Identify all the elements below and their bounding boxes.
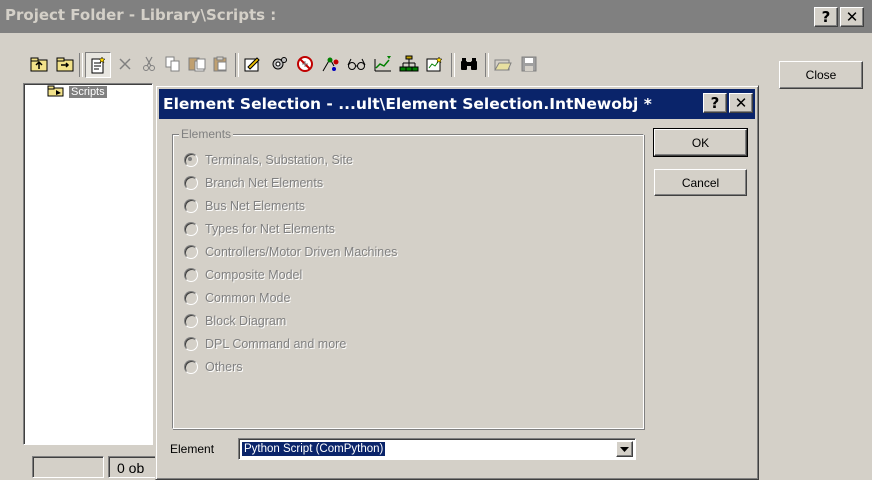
paste-icon[interactable] <box>185 52 209 76</box>
dialog-title: Element Selection - ...ult\Element Selec… <box>163 95 652 113</box>
tree-item-label: Scripts <box>69 86 107 98</box>
radio-option-label: Types for Net Elements <box>205 222 335 236</box>
radio-option-composite-model[interactable]: Composite Model <box>184 266 302 284</box>
outer-close-icon: ✕ <box>845 8 859 26</box>
folder-up-icon[interactable] <box>27 52 51 76</box>
edit-icon[interactable] <box>241 52 265 76</box>
radio-button[interactable] <box>184 314 198 328</box>
radio-option-branch-net[interactable]: Branch Net Elements <box>184 174 323 192</box>
edit-chart-icon[interactable] <box>423 52 447 76</box>
ok-button[interactable]: OK <box>653 128 748 157</box>
binoculars-icon[interactable] <box>457 52 481 76</box>
cancel-button[interactable]: Cancel <box>654 169 747 196</box>
cut-icon[interactable] <box>137 52 161 76</box>
elements-group-label: Elements <box>179 127 234 141</box>
main-toolbar <box>23 49 763 79</box>
glasses-icon[interactable] <box>345 52 369 76</box>
close-button-label: Close <box>805 68 837 82</box>
radio-option-label: Terminals, Substation, Site <box>205 153 353 167</box>
radio-option-label: Branch Net Elements <box>205 176 324 190</box>
chevron-down-icon <box>620 446 629 452</box>
element-select-value: Python Script (ComPython) <box>242 442 386 456</box>
close-button[interactable]: Close <box>779 61 863 89</box>
outer-close-button[interactable]: ✕ <box>840 7 864 27</box>
radio-button[interactable] <box>184 199 198 213</box>
radio-option-types-net[interactable]: Types for Net Elements <box>184 220 335 238</box>
outer-window-titlebar[interactable]: Project Folder - Library\Scripts : <box>0 0 872 33</box>
dialog-close-icon: ✕ <box>734 94 748 112</box>
radio-option-label: Bus Net Elements <box>205 199 306 213</box>
paste-special-icon[interactable] <box>209 52 233 76</box>
delete-icon[interactable] <box>113 52 137 76</box>
open-folder-icon[interactable] <box>491 52 515 76</box>
forbidden-icon[interactable] <box>293 52 317 76</box>
radio-option-common-mode[interactable]: Common Mode <box>184 289 290 307</box>
radio-option-others[interactable]: Others <box>184 358 243 376</box>
object-count-text: 0 ob <box>117 460 145 476</box>
dialog-help-button[interactable]: ? <box>703 93 727 113</box>
radio-option-block-diagram[interactable]: Block Diagram <box>184 312 286 330</box>
radio-button[interactable] <box>184 153 198 167</box>
radio-option-dpl-command[interactable]: DPL Command and more <box>184 335 346 353</box>
radio-button[interactable] <box>184 222 198 236</box>
radio-option-label: DPL Command and more <box>205 337 347 351</box>
dialog-titlebar[interactable]: Element Selection - ...ult\Element Selec… <box>159 89 755 119</box>
filter-icon[interactable] <box>371 52 395 76</box>
element-field-label: Element <box>170 442 215 456</box>
scripts-folder-icon <box>47 85 65 100</box>
radio-option-label: Composite Model <box>205 268 303 282</box>
tree-icon[interactable] <box>397 52 421 76</box>
ok-button-label: OK <box>691 135 710 150</box>
element-select[interactable]: Python Script (ComPython) <box>238 438 636 460</box>
outer-help-button[interactable]: ? <box>814 7 838 27</box>
copy-icon[interactable] <box>161 52 185 76</box>
radio-button[interactable] <box>184 268 198 282</box>
element-dropdown-button[interactable] <box>616 441 633 457</box>
tree-item-scripts[interactable]: Scripts <box>47 84 147 100</box>
cancel-button-label: Cancel <box>681 175 720 190</box>
outer-help-label: ? <box>821 8 831 26</box>
radio-button[interactable] <box>184 337 198 351</box>
radio-button[interactable] <box>184 360 198 374</box>
radio-button[interactable] <box>184 245 198 259</box>
dialog-help-label: ? <box>710 94 720 112</box>
dialog-close-button[interactable]: ✕ <box>729 93 753 113</box>
outer-window-title: Project Folder - Library\Scripts : <box>5 6 277 24</box>
radio-option-terminals[interactable]: Terminals, Substation, Site <box>184 151 353 169</box>
radio-option-label: Common Mode <box>205 291 291 305</box>
tree-pane[interactable] <box>23 83 153 445</box>
radio-button[interactable] <box>184 176 198 190</box>
element-selection-dialog: Element Selection - ...ult\Element Selec… <box>155 85 759 480</box>
settings-icon[interactable] <box>267 52 291 76</box>
radio-option-controllers[interactable]: Controllers/Motor Driven Machines <box>184 243 397 261</box>
radio-option-label: Others <box>205 360 243 374</box>
radio-option-label: Block Diagram <box>205 314 287 328</box>
radio-button[interactable] <box>184 291 198 305</box>
save-icon[interactable] <box>517 52 541 76</box>
radio-option-label: Controllers/Motor Driven Machines <box>205 245 398 259</box>
radio-option-bus-net[interactable]: Bus Net Elements <box>184 197 305 215</box>
graphics-icon[interactable] <box>319 52 343 76</box>
new-object-icon[interactable] <box>85 52 111 78</box>
folder-down-icon[interactable] <box>53 52 77 76</box>
